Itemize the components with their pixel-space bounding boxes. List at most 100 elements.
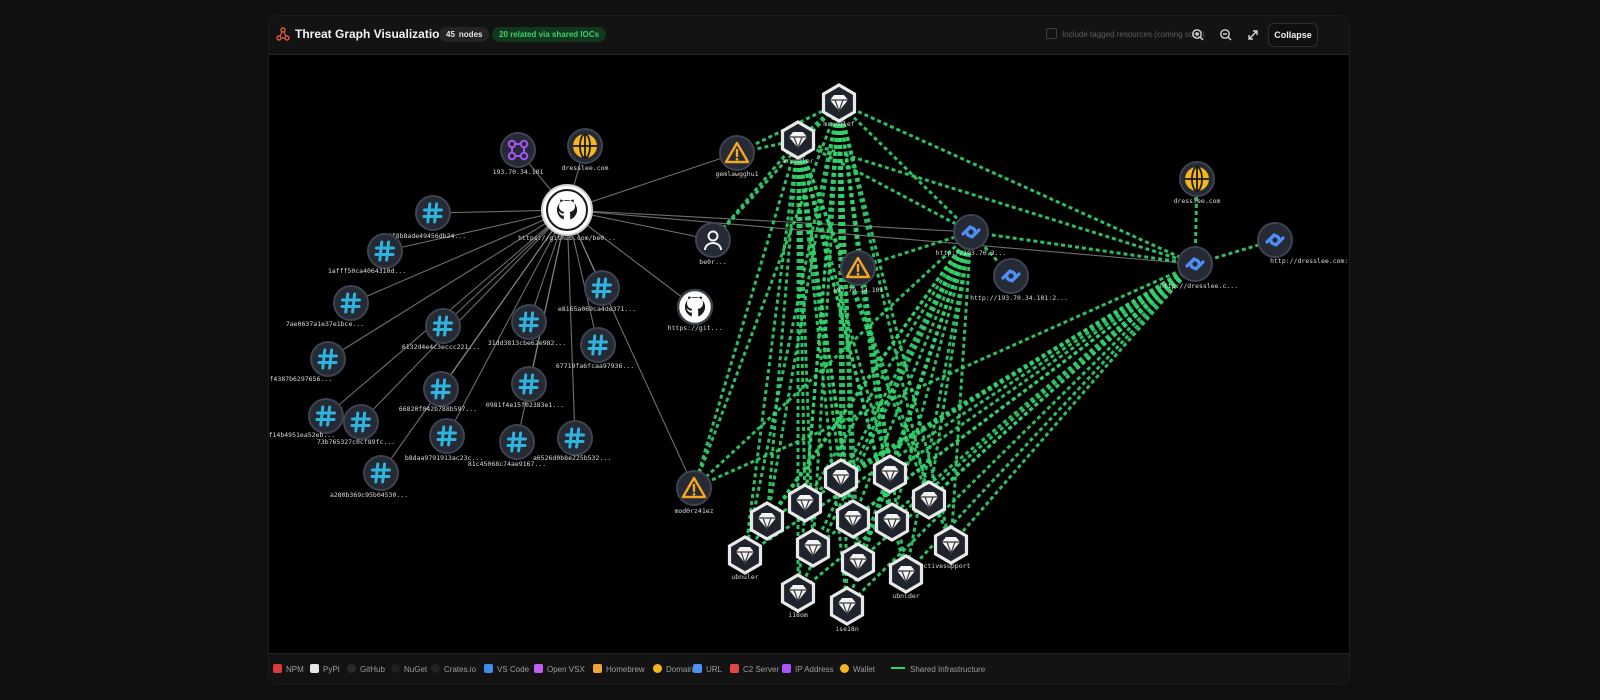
page-title: Threat Graph Visualization [295, 27, 447, 41]
graph-node-npm[interactable]: activesupport [920, 525, 971, 570]
node-label: dresslee.com [562, 164, 609, 172]
graph-node-hash[interactable]: 0981f4e15f02383e1... [486, 366, 564, 409]
graph-node-npm[interactable] [749, 501, 785, 541]
graph-node-npm[interactable] [872, 454, 908, 494]
graph-node-ip[interactable]: 193.70.34.101 [493, 132, 544, 176]
graph-node-hash[interactable]: b8daa9791913ac23c... [405, 418, 483, 462]
include-tagged-toggle[interactable]: Include tagged resources (coming soon) [1046, 28, 1205, 41]
legend-item-github[interactable]: GitHub [347, 664, 385, 676]
legend-label: Wallet [853, 665, 875, 674]
zoom-out-icon[interactable] [1217, 26, 1235, 44]
legend-label: C2 Server [743, 665, 780, 674]
graph-node-npm[interactable]: ubnlder [888, 554, 924, 600]
legend-item-shared-infra[interactable]: Shared Infrastructure [891, 664, 985, 676]
node-label: http://dresslee.c... [1160, 282, 1238, 290]
graph-node-hash[interactable]: a280b369c95b04530... [330, 455, 408, 499]
node-label: be0r... [699, 258, 726, 266]
graph-node-npm[interactable] [840, 542, 876, 582]
node-label: i18om [788, 611, 808, 619]
graph-node-domain[interactable]: dresslee.com [1174, 161, 1221, 205]
graph-node-url[interactable]: http://193.70.34.101:2... [970, 258, 1068, 302]
legend-label: Shared Infrastructure [910, 665, 986, 674]
include-tagged-checkbox[interactable] [1046, 28, 1057, 39]
node-count: 45 [446, 30, 455, 39]
legend-item-c2-server[interactable]: C2 Server [730, 664, 779, 676]
graph-node-hash[interactable]: 66820f042b788b597... [399, 371, 477, 413]
graph-node-hash[interactable]: 211cf4387b6297656... [269, 341, 346, 383]
graph-node-npm[interactable]: mrundler [780, 120, 816, 165]
graph-node-npm[interactable]: mrundlef [821, 83, 857, 128]
legend-item-nuget[interactable]: NuGet [391, 664, 427, 676]
shared-infrastructure-edge [838, 101, 1196, 266]
legend-item-pypi[interactable]: PyPI [310, 664, 340, 676]
legend-item-ip-address[interactable]: IP Address [782, 664, 834, 676]
graph-node-hash[interactable]: a6526d0b8e225b532... [533, 420, 611, 462]
node-label: 6132d4e4c3eccc221... [402, 343, 480, 351]
legend-label: PyPI [323, 665, 340, 674]
graph-header: Threat Graph Visualization 45 nodes 20 re… [269, 16, 1349, 55]
graph-legend: NPM PyPI GitHub NuGet Crates.io VS Code Open V… [269, 653, 1349, 684]
zoom-in-icon[interactable] [1189, 26, 1207, 44]
legend-item-link[interactable]: URL [693, 664, 722, 676]
graph-node-github[interactable]: https://git... [668, 288, 723, 332]
node-label: mrundlef [823, 120, 854, 128]
graph-node-npm[interactable] [874, 502, 910, 542]
relationship-edge [384, 209, 568, 252]
graph-node-npm[interactable]: ubnuler [727, 535, 763, 581]
graph-node-npm[interactable] [787, 483, 823, 523]
legend-label: GitHub [360, 665, 385, 674]
graph-node-npm[interactable] [795, 528, 831, 568]
graph-logo-icon [276, 27, 290, 41]
npm-icon [273, 664, 282, 673]
graph-node-npm[interactable] [823, 458, 859, 498]
globe-icon [573, 133, 597, 159]
c2-server-icon [730, 664, 739, 673]
graph-node-hash[interactable]: 6f8b8ade49456db24... [388, 195, 466, 240]
legend-item-crates[interactable]: Crates.io [431, 664, 476, 676]
collapse-button[interactable]: Collapse [1268, 23, 1318, 47]
relationship-edge [566, 209, 972, 233]
graph-node-hash[interactable]: 1afff50ca4064310d... [328, 233, 406, 275]
threat-graph-panel: Threat Graph Visualization 45 nodes 20 re… [268, 15, 1350, 685]
legend-item-globe[interactable]: Domain [653, 664, 694, 676]
include-tagged-label: Include tagged resources (coming soon) [1062, 30, 1205, 39]
shared-infrastructure-edge [949, 263, 1197, 546]
legend-item-npm[interactable]: NPM [273, 664, 304, 676]
graph-node-hash[interactable]: 67719fa6fcaa97936... [556, 327, 634, 370]
node-label: activesupport [920, 562, 971, 570]
legend-label: Homebrew [606, 665, 645, 674]
graph-node-domain[interactable]: dresslee.com [562, 128, 609, 172]
node-label: 6f8b8ade49456db24... [388, 232, 466, 240]
legend-label: NuGet [404, 665, 428, 674]
node-label: a6526d0b8e225b532... [533, 454, 611, 462]
graph-node-npm[interactable] [835, 499, 871, 539]
threat-graph-canvas[interactable]: https://github.com/be0... 193.70.34.101 dr… [269, 54, 1349, 646]
node-label: 7ae0637a1e37e1bce... [286, 320, 364, 328]
graph-node-npm[interactable]: ise18n [829, 586, 865, 633]
legend-label: Open VSX [547, 665, 585, 674]
node-label: http://193.70.34.101:2... [970, 294, 1068, 302]
graph-node-npm[interactable] [911, 480, 947, 520]
relationship-edge [566, 209, 576, 439]
node-label: ise18n [835, 625, 859, 633]
graph-node-github[interactable]: https://github.com/be0... [518, 184, 616, 242]
crates-icon [431, 664, 440, 673]
legend-item-vscode[interactable]: VS Code [484, 664, 529, 676]
fullscreen-icon[interactable] [1244, 26, 1262, 44]
legend-item-openvsx[interactable]: Open VSX [534, 664, 585, 676]
legend-label: Domain [666, 665, 694, 674]
graph-node-hash[interactable]: 6132d4e4c3eccc221... [402, 308, 480, 351]
graph-node-user[interactable]: be0r... [695, 222, 731, 266]
legend-item-homebrew[interactable]: Homebrew [593, 664, 645, 676]
graph-node-hash[interactable]: 7ae0637a1e37e1bce... [286, 285, 369, 328]
graph-node-url[interactable]: http://dresslee.com:20... [1257, 222, 1349, 265]
globe-icon [653, 664, 662, 673]
graph-node-alert[interactable]: mod0rz41ez [674, 470, 714, 515]
node-count-badge: 45 nodes [439, 27, 490, 42]
node-label: 211cf4387b6297656... [269, 375, 332, 383]
legend-item-wallet[interactable]: Wallet [840, 664, 875, 676]
graph-node-hash[interactable]: 31dd3813cbe62e982... [488, 304, 566, 347]
graph-node-npm[interactable]: i18om [780, 573, 816, 619]
graph-node-hash[interactable]: 2edf14b4951ea52eb... [269, 398, 344, 439]
graph-node-alert[interactable]: gemlawgghu1 [715, 135, 759, 178]
